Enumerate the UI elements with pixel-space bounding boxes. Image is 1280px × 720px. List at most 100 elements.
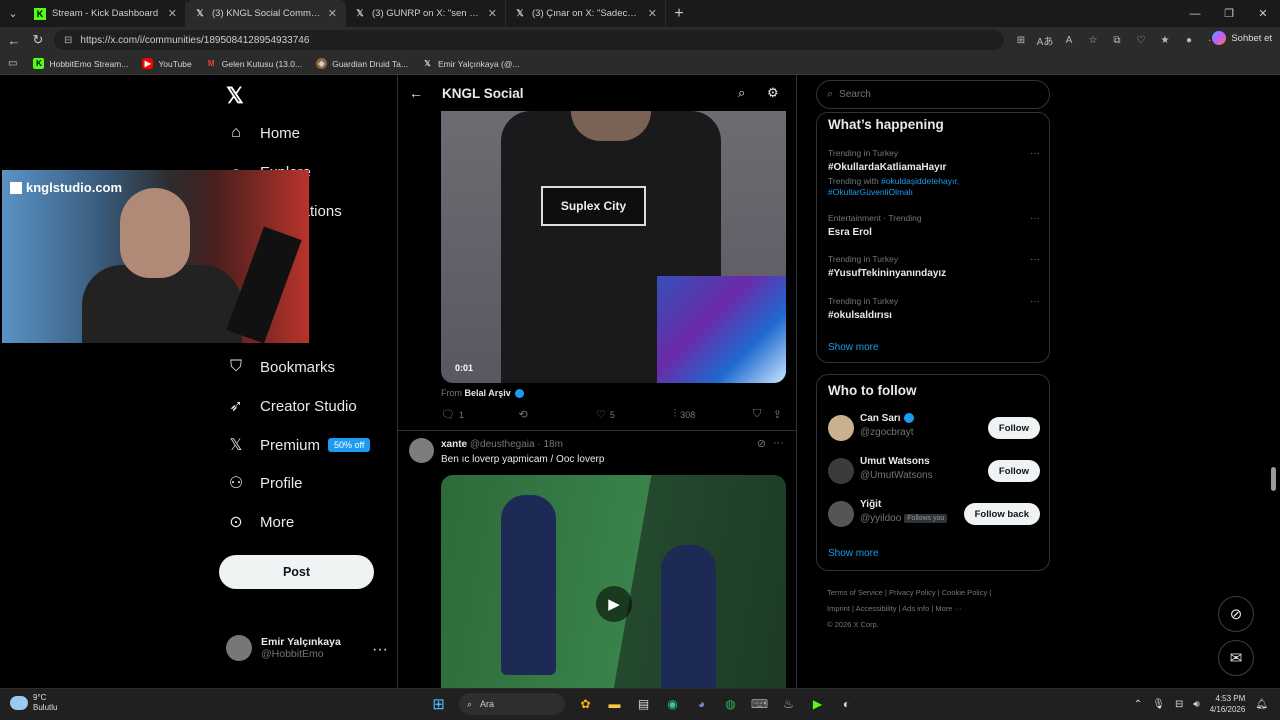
tab-cinar[interactable]: 𝕏 (3) Çınar on X: "Sadece satranç at ✕ <box>506 0 666 27</box>
site-info-icon[interactable]: ⊟ <box>64 35 72 46</box>
extensions-icon[interactable]: ⧉ <box>1108 31 1126 49</box>
trend-link[interactable]: #okuldaşiddetehayır, <box>881 176 959 186</box>
footer-line[interactable]: Terms of Service | Privacy Policy | Cook… <box>827 585 1047 601</box>
reply-button[interactable]: 🗨︎ 1 <box>441 408 518 421</box>
translate-icon[interactable]: Aあ <box>1036 31 1054 49</box>
grok-icon[interactable]: ⊘ <box>757 437 766 450</box>
tray-overflow-icon[interactable]: ⌃ <box>1134 699 1142 710</box>
more-dots-icon[interactable]: ··· <box>773 437 784 449</box>
like-button[interactable]: ♡ 5 <box>596 408 673 421</box>
back-arrow-icon[interactable]: ← <box>398 85 434 101</box>
nav-home[interactable]: ⌂ Home <box>226 123 300 143</box>
post-button[interactable]: Post <box>219 555 374 589</box>
weather-widget[interactable]: 9°C Bulutlu <box>10 693 57 713</box>
read-aloud-icon[interactable]: A <box>1060 31 1078 49</box>
tab-kngl-social[interactable]: 𝕏 (3) KNGL Social Community / X ✕ <box>186 0 346 27</box>
follow-button[interactable]: Follow <box>987 460 1040 482</box>
copilot-button[interactable]: Sohbet et <box>1212 31 1272 45</box>
scrollbar-thumb[interactable] <box>1271 467 1276 491</box>
nav-more[interactable]: ⊙ More <box>226 512 294 532</box>
collections-icon[interactable]: ★ <box>1156 31 1174 49</box>
avatar[interactable] <box>828 415 854 441</box>
trend-item[interactable]: Trending in Turkey #OkullardaKatliamaHay… <box>828 148 1040 198</box>
back-icon[interactable]: ← <box>2 33 26 48</box>
terminal-icon[interactable]: ⌨ <box>749 693 771 715</box>
refresh-icon[interactable]: ↻ <box>26 32 50 48</box>
bookmark-guardian-druid[interactable]: ◈ Guardian Druid Ta... <box>316 58 408 69</box>
post-video-player[interactable]: Suplex City 0:01 <box>441 111 786 383</box>
repost-button[interactable]: ⟲ <box>518 408 595 421</box>
notifications-bell-icon[interactable]: 🔔︎ <box>1255 699 1268 710</box>
bookmark-youtube[interactable]: ▶ YouTube <box>142 58 192 69</box>
kick-studio-icon[interactable]: ▶ <box>807 693 829 715</box>
x-logo-icon[interactable]: 𝕏 <box>226 83 244 109</box>
bookmark-gmail[interactable]: M Gelen Kutusu (13.0... <box>206 58 302 69</box>
trend-item[interactable]: Trending in Turkey #YusufTekininyanınday… <box>828 254 1040 279</box>
minimize-icon[interactable]: — <box>1178 0 1212 27</box>
more-dots-icon[interactable]: ··· <box>1030 296 1040 307</box>
network-icon[interactable]: ⊟ <box>1175 699 1183 710</box>
restore-icon[interactable]: ❐ <box>1212 0 1246 27</box>
windows-start-icon[interactable]: ⊞ <box>428 693 450 715</box>
microphone-icon[interactable]: 🎙︎ <box>1152 699 1165 710</box>
browser-essentials-icon[interactable]: ♡ <box>1132 31 1150 49</box>
author-handle[interactable]: @deusthegaia <box>470 439 535 450</box>
source-name[interactable]: Belal Arşiv <box>465 388 511 398</box>
share-button[interactable]: ⇪ <box>773 408 786 421</box>
footer-line[interactable]: Imprint | Accessibility | Ads info | Mor… <box>827 601 1047 617</box>
tab-gunrp[interactable]: 𝕏 (3) GUNRP on X: "sen napıyordun ✕ <box>346 0 506 27</box>
trend-link[interactable]: #OkullarGüvenliOlmalı <box>828 187 913 197</box>
follow-suggestion[interactable]: Yiğit @yyildoo Follows you Follow back <box>828 497 1040 533</box>
steam-icon[interactable]: ♨ <box>778 693 800 715</box>
more-dots-icon[interactable]: ··· <box>1030 148 1040 159</box>
clock[interactable]: 4:53 PM 4/16/2026 <box>1210 693 1246 715</box>
browser-profile-icon[interactable]: ● <box>1180 31 1198 49</box>
more-dots-icon[interactable]: ··· <box>1030 254 1040 265</box>
nav-premium[interactable]: 𝕏 Premium 50% off <box>226 435 371 455</box>
close-icon[interactable]: ✕ <box>648 7 657 20</box>
widgets-icon[interactable]: ✿ <box>575 693 597 715</box>
grok-fab-icon[interactable]: ⊘ <box>1218 596 1254 632</box>
follow-button[interactable]: Follow <box>987 417 1040 439</box>
show-more-link[interactable]: Show more <box>828 548 879 559</box>
show-more-link[interactable]: Show more <box>828 342 879 353</box>
reading-view-icon[interactable]: ▭ <box>8 58 17 69</box>
nav-bookmarks[interactable]: ⛉ Bookmarks <box>226 357 335 377</box>
post-video-player[interactable]: ▶ <box>441 475 786 688</box>
obs-icon[interactable]: ◐ <box>836 693 858 715</box>
page-scrollbar[interactable] <box>1268 75 1278 688</box>
file-explorer-icon[interactable]: ▬ <box>604 693 626 715</box>
bookmark-button[interactable]: ⛉ <box>753 408 773 421</box>
bookmark-hobbitemo[interactable]: K HobbitEmo Stream... <box>33 58 128 69</box>
play-icon[interactable]: ▶ <box>596 586 632 622</box>
taskbar-search[interactable]: ⌕ Ara <box>459 693 565 715</box>
author-name[interactable]: xante <box>441 439 467 450</box>
messages-fab-icon[interactable]: ✉ <box>1218 640 1254 676</box>
nav-profile[interactable]: ⚇ Profile <box>226 473 303 493</box>
avatar[interactable] <box>828 501 854 527</box>
account-switcher[interactable]: Emir Yalçınkaya @HobbitEmo ··· <box>226 635 388 661</box>
avatar[interactable] <box>828 458 854 484</box>
favorite-star-icon[interactable]: ☆ <box>1084 31 1102 49</box>
app-available-icon[interactable]: ⊞ <box>1012 31 1030 49</box>
tab-kick-dashboard[interactable]: K Stream - Kick Dashboard ✕ <box>26 0 186 27</box>
discord-icon[interactable]: ◕ <box>691 693 713 715</box>
nav-creator-studio[interactable]: ➶ Creator Studio <box>226 396 356 416</box>
close-icon[interactable]: ✕ <box>168 7 177 20</box>
tab-actions-menu[interactable]: ⌄ <box>0 0 26 27</box>
spotify-icon[interactable]: ◍ <box>720 693 742 715</box>
settings-gear-icon[interactable]: ⚙ <box>767 85 779 101</box>
bookmark-emir[interactable]: 𝕏 Emir Yalçınkaya (@... <box>422 58 519 69</box>
url-field[interactable]: ⊟ https://x.com/i/communities/1895084128… <box>54 30 1004 50</box>
edge-icon[interactable]: ◉ <box>662 693 684 715</box>
search-input[interactable]: ⌕ Search <box>816 80 1050 109</box>
views-button[interactable]: ⫶ 308 <box>673 408 752 421</box>
new-tab-button[interactable]: + <box>666 5 692 23</box>
trend-item[interactable]: Trending in Turkey #okulsaldırısı ··· <box>828 296 1040 321</box>
avatar[interactable] <box>409 438 434 463</box>
search-icon[interactable]: ⌕ <box>738 85 745 101</box>
trend-item[interactable]: Entertainment · Trending Esra Erol ··· <box>828 213 1040 238</box>
notepad-icon[interactable]: ▤ <box>633 693 655 715</box>
more-dots-icon[interactable]: ··· <box>1030 213 1040 224</box>
close-icon[interactable]: ✕ <box>488 7 497 20</box>
